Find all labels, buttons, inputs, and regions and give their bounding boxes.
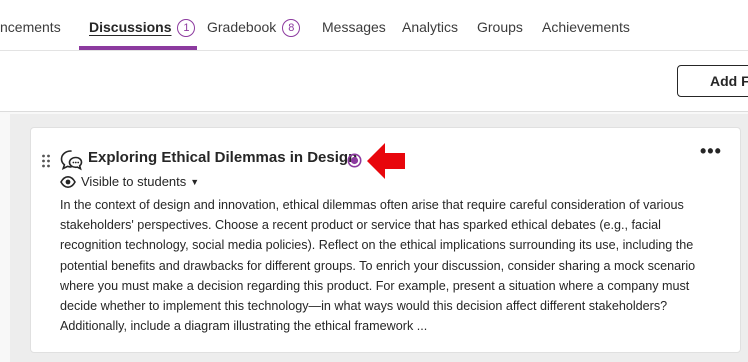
visibility-label: Visible to students xyxy=(81,174,187,189)
discussions-toolbar: Add Fo xyxy=(0,51,748,112)
tab-gradebook-label: Gradebook xyxy=(207,19,277,35)
tab-analytics[interactable]: Analytics xyxy=(402,0,458,50)
more-options-button[interactable]: ••• xyxy=(700,141,722,162)
discussions-count-badge: 1 xyxy=(177,19,196,37)
gradebook-count-badge: 8 xyxy=(282,19,301,37)
tab-achievements[interactable]: Achievements xyxy=(542,0,630,50)
active-tab-indicator xyxy=(79,46,197,50)
add-forum-button[interactable]: Add Fo xyxy=(677,65,748,97)
tab-discussions[interactable]: Discussions 1 xyxy=(89,0,196,50)
red-arrow-icon xyxy=(367,143,405,179)
tab-announcements-label: ncements xyxy=(0,19,61,35)
discussion-bubble-icon xyxy=(60,150,83,171)
course-nav-bar: ncements Discussions 1 Gradebook 8 Message… xyxy=(0,0,748,51)
visibility-dropdown[interactable]: Visible to students ▼ xyxy=(60,174,199,192)
discussion-title[interactable]: Exploring Ethical Dilemmas in Design xyxy=(88,149,357,166)
tab-analytics-label: Analytics xyxy=(402,19,459,35)
tab-discussions-label: Discussions xyxy=(89,19,172,35)
tab-announcements[interactable]: ncements xyxy=(0,0,61,50)
discussion-body: In the context of design and innovation,… xyxy=(60,198,696,334)
unread-indicator-icon xyxy=(347,153,362,168)
tab-messages[interactable]: Messages xyxy=(322,0,386,50)
eye-icon xyxy=(60,175,76,189)
tab-achievements-label: Achievements xyxy=(542,19,630,35)
tab-gradebook[interactable]: Gradebook 8 xyxy=(207,0,301,50)
chevron-down-icon: ▼ xyxy=(190,177,200,187)
tab-messages-label: Messages xyxy=(322,19,386,35)
tab-groups-label: Groups xyxy=(477,19,523,35)
drag-handle-icon[interactable] xyxy=(41,153,51,169)
tab-groups[interactable]: Groups xyxy=(477,0,523,50)
